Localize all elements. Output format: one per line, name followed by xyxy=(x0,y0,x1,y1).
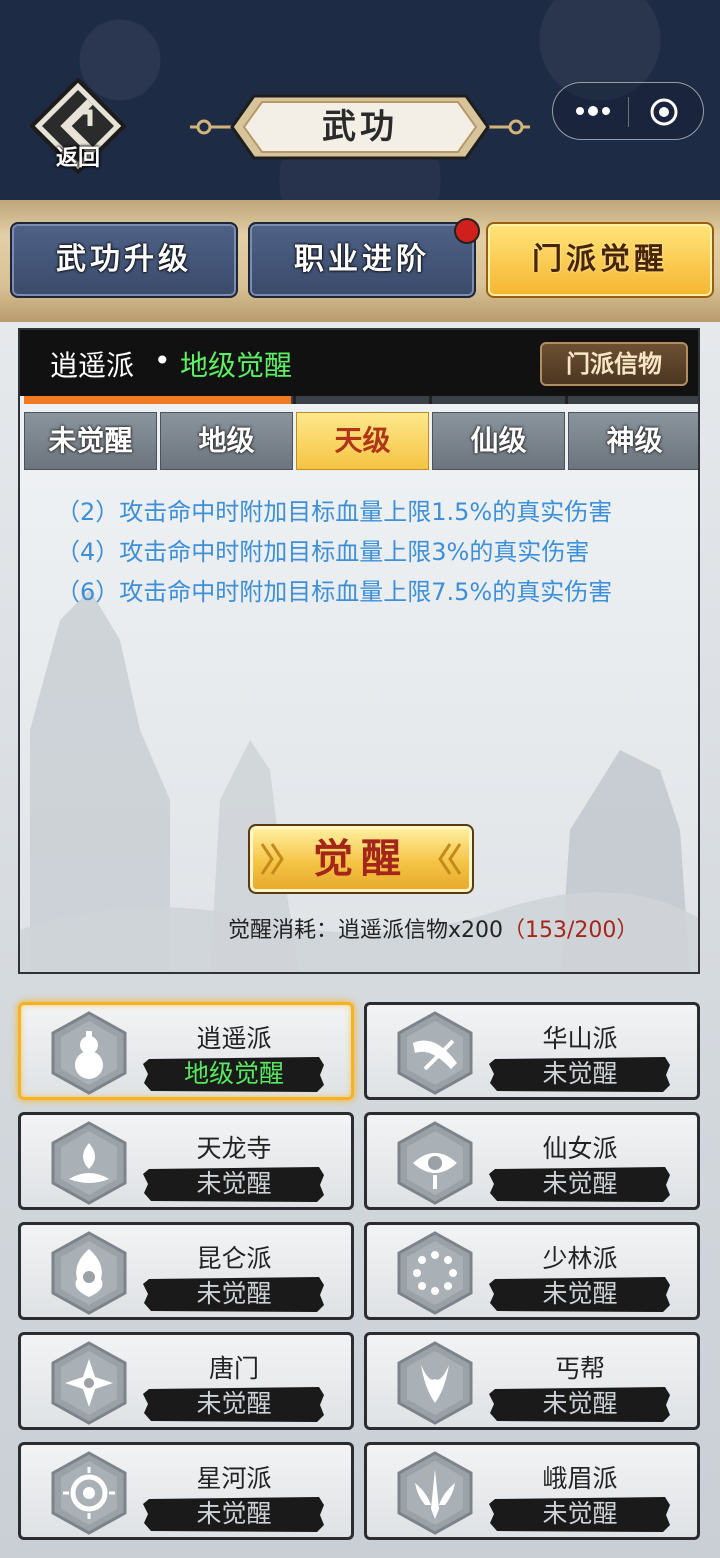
tab-label: 武功升级 xyxy=(56,242,192,277)
level-tab-immortal[interactable]: 仙级 xyxy=(432,412,565,470)
gourd-icon xyxy=(51,1011,127,1095)
winged-sword-icon xyxy=(397,1451,473,1535)
level-tab-label: 天级 xyxy=(334,424,391,457)
effect-line: （4）攻击命中时附加目标血量上限3%的真实伤害 xyxy=(56,538,590,566)
sect-name: 逍遥派 xyxy=(50,349,135,382)
sect-card[interactable]: 少林派 未觉醒 xyxy=(364,1222,700,1320)
sect-card[interactable]: 星河派 未觉醒 xyxy=(18,1442,354,1540)
sect-card-status: 地级觉醒 xyxy=(183,1059,284,1088)
target-icon[interactable] xyxy=(649,97,679,127)
sect-card-name: 星河派 xyxy=(196,1464,272,1493)
effect-list: （2）攻击命中时附加目标血量上限1.5%的真实伤害 （4）攻击命中时附加目标血量… xyxy=(56,492,612,612)
sect-card[interactable]: 仙女派 未觉醒 xyxy=(364,1112,700,1210)
prayer-beads-icon xyxy=(397,1231,473,1315)
shuriken-icon xyxy=(51,1341,127,1425)
level-tab-label: 地级 xyxy=(198,424,255,457)
sect-card-name: 峨眉派 xyxy=(542,1464,618,1493)
dragon-claw-icon xyxy=(397,1341,473,1425)
sect-card-name: 丐帮 xyxy=(554,1354,605,1383)
progress-segment xyxy=(568,396,698,404)
sect-card-name: 少林派 xyxy=(542,1244,618,1273)
sect-card-status: 未觉醒 xyxy=(196,1279,272,1308)
swirl-sun-icon xyxy=(51,1451,127,1535)
cost-label: 觉醒消耗：逍遥派信物x200 xyxy=(228,918,504,943)
level-tab-earth[interactable]: 地级 xyxy=(160,412,293,470)
effect-line: （6）攻击命中时附加目标血量上限7.5%的真实伤害 xyxy=(56,578,613,606)
tab-sect-awaken[interactable]: 门派觉醒 xyxy=(486,222,714,298)
tab-label: 职业进阶 xyxy=(294,242,430,277)
sect-card-name: 仙女派 xyxy=(542,1134,618,1163)
awaken-button-label: 觉醒 xyxy=(313,835,409,882)
level-tabs: 未觉醒 地级 天级 仙级 神级 xyxy=(24,412,698,470)
cost-count: （153/200） xyxy=(503,918,639,943)
sect-card-status: 未觉醒 xyxy=(196,1169,272,1198)
sect-card[interactable]: 天龙寺 未觉醒 xyxy=(18,1112,354,1210)
awaken-cost: 觉醒消耗：逍遥派信物x200（153/200） xyxy=(228,912,638,944)
level-tab-unawakened[interactable]: 未觉醒 xyxy=(24,412,157,470)
sect-card[interactable]: 唐门 未觉醒 xyxy=(18,1332,354,1430)
awaken-panel: 逍遥派 • 地级觉醒 门派信物 未觉醒 地级 天级 仙级 神级 （2）攻击命中时… xyxy=(18,328,700,974)
awaken-button[interactable]: 觉醒 xyxy=(248,824,474,894)
top-header: 返回 武功 xyxy=(0,0,720,200)
sect-token-label: 门派信物 xyxy=(566,349,662,378)
sect-card-name: 华山派 xyxy=(542,1024,618,1053)
tab-skill-upgrade[interactable]: 武功升级 xyxy=(10,222,238,298)
tab-class-advance[interactable]: 职业进阶 xyxy=(248,222,476,298)
sect-card[interactable]: 华山派 未觉醒 xyxy=(364,1002,700,1100)
lotus-flame-icon xyxy=(51,1121,127,1205)
tab-label: 门派觉醒 xyxy=(532,242,668,277)
sect-card-name: 昆仑派 xyxy=(196,1244,272,1273)
sect-card-name: 逍遥派 xyxy=(196,1024,272,1053)
miniapp-capsule xyxy=(552,82,704,140)
back-button[interactable]: 返回 xyxy=(29,77,127,175)
progress-segment xyxy=(432,396,565,404)
sect-card-status: 未觉醒 xyxy=(196,1499,272,1528)
sect-header: 逍遥派 • 地级觉醒 门派信物 xyxy=(20,330,698,396)
sect-card-status: 未觉醒 xyxy=(542,1279,618,1308)
tab-strip: 武功升级 职业进阶 门派觉醒 xyxy=(0,200,720,322)
back-label: 返回 xyxy=(55,145,100,171)
eye-icon xyxy=(397,1121,473,1205)
sect-token-button[interactable]: 门派信物 xyxy=(540,342,688,386)
sect-card-status: 未觉醒 xyxy=(196,1389,272,1418)
sect-card[interactable]: 逍遥派 地级觉醒 xyxy=(18,1002,354,1100)
level-tab-label: 神级 xyxy=(606,424,663,457)
sect-card-status: 未觉醒 xyxy=(542,1169,618,1198)
level-tab-divine[interactable]: 神级 xyxy=(568,412,698,470)
flame-mask-icon xyxy=(51,1231,127,1315)
level-tab-label: 仙级 xyxy=(470,424,527,457)
separator-dot: • xyxy=(154,344,171,377)
sect-card-name: 唐门 xyxy=(208,1354,259,1383)
effect-line: （2）攻击命中时附加目标血量上限1.5%的真实伤害 xyxy=(56,498,613,526)
sword-wing-icon xyxy=(397,1011,473,1095)
progress-fill xyxy=(24,396,291,404)
sect-card[interactable]: 昆仑派 未觉醒 xyxy=(18,1222,354,1320)
level-tab-label: 未觉醒 xyxy=(48,424,133,457)
level-tab-heaven[interactable]: 天级 xyxy=(296,412,429,470)
sect-card-status: 未觉醒 xyxy=(542,1059,618,1088)
sect-card[interactable]: 峨眉派 未觉醒 xyxy=(364,1442,700,1540)
sect-card[interactable]: 丐帮 未觉醒 xyxy=(364,1332,700,1430)
progress-segment xyxy=(296,396,429,404)
sect-card-status: 未觉醒 xyxy=(542,1499,618,1528)
notification-badge xyxy=(454,218,480,244)
sect-card-status: 未觉醒 xyxy=(542,1389,618,1418)
sect-awaken-level: 地级觉醒 xyxy=(180,349,293,382)
title-plate: 武功 xyxy=(190,92,530,162)
sect-card-name: 天龙寺 xyxy=(196,1134,272,1163)
awaken-progress-bar xyxy=(24,396,698,404)
more-dots-icon[interactable] xyxy=(575,105,611,117)
page-title: 武功 xyxy=(322,107,398,147)
capsule-divider xyxy=(628,97,629,127)
